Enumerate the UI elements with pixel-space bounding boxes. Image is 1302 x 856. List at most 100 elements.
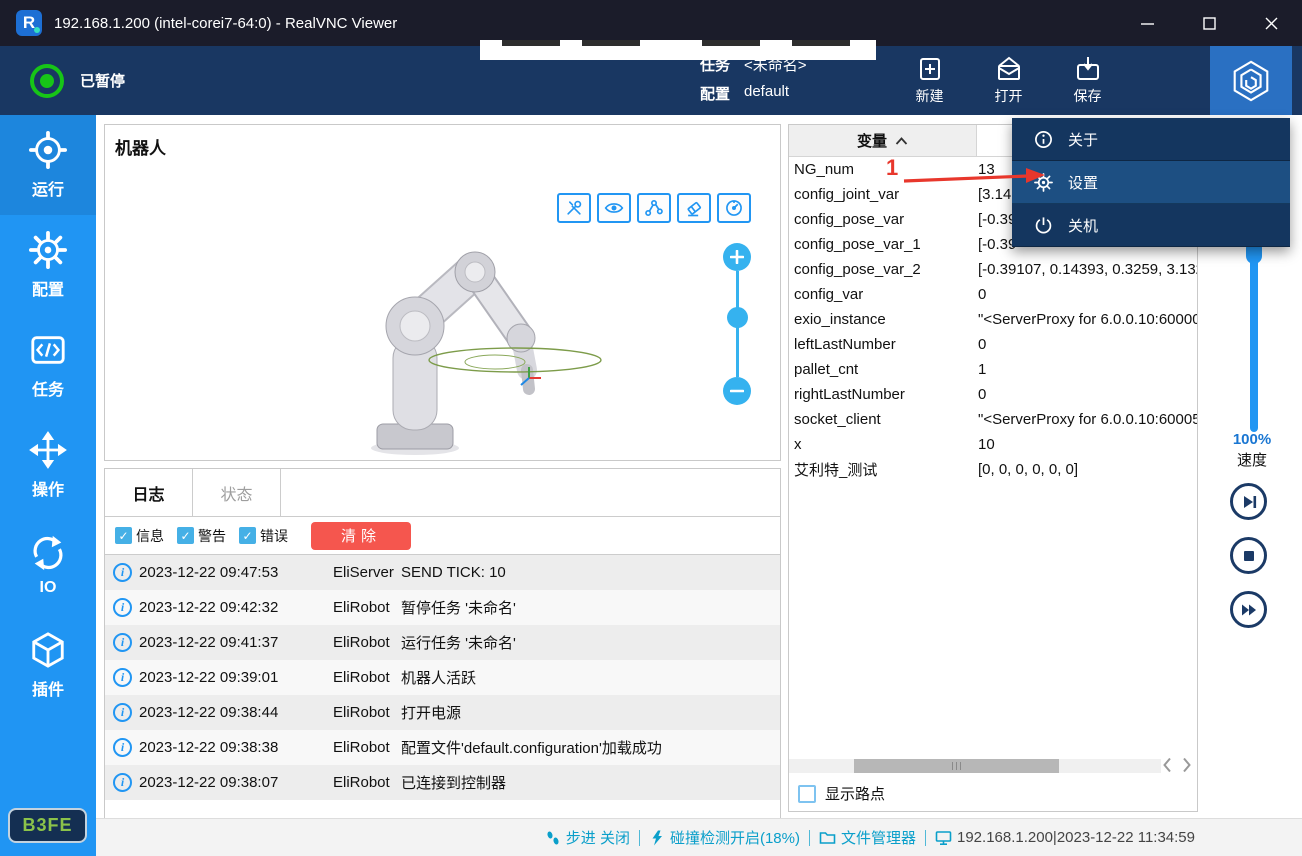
variable-row[interactable]: rightLastNumber 0 (789, 382, 1197, 407)
info-circle-icon: i (113, 563, 132, 582)
scroll-right-icon[interactable] (1182, 757, 1191, 773)
collision-status[interactable]: 碰撞检测开启(18%) (649, 827, 800, 848)
new-document-icon (916, 55, 944, 83)
connection-status[interactable]: 192.168.1.200|2023-12-22 11:34:59 (935, 829, 1195, 846)
elite-robot-logo-icon (1228, 58, 1274, 104)
info-circle-icon: i (113, 598, 132, 617)
robot-status-indicator-icon[interactable] (30, 64, 64, 98)
variable-row[interactable]: leftLastNumber 0 (789, 332, 1197, 357)
system-menu-button[interactable] (1210, 46, 1292, 115)
connection-label: 192.168.1.200|2023-12-22 11:34:59 (957, 829, 1195, 846)
info-circle-icon: i (113, 703, 132, 722)
warning-checkbox[interactable]: ✓ (177, 527, 194, 544)
save-task-label: 保存 (1074, 86, 1102, 106)
tab-log[interactable]: 日志 (105, 469, 193, 516)
variable-row[interactable]: pallet_cnt 1 (789, 357, 1197, 382)
zoom-slider-thumb[interactable] (727, 307, 748, 328)
variable-name: socket_client (789, 411, 973, 428)
log-source: EliRobot (333, 599, 401, 616)
sidebar-item-plugin[interactable]: 插件 (0, 615, 96, 715)
new-task-button[interactable]: 新建 (890, 46, 969, 115)
zoom-out-button[interactable] (723, 377, 751, 405)
filter-warning[interactable]: ✓ 警告 (177, 526, 226, 546)
variable-name: config_pose_var (789, 211, 973, 228)
info-checkbox[interactable]: ✓ (115, 527, 132, 544)
sidebar-item-task[interactable]: 任务 (0, 315, 96, 415)
variable-row[interactable]: config_pose_var_2 [-0.39107, 0.14393, 0.… (789, 257, 1197, 282)
variable-value: 0 (973, 286, 1197, 303)
zoom-in-button[interactable] (723, 243, 751, 271)
window-controls (1116, 0, 1302, 46)
speed-dial-button[interactable] (717, 193, 751, 223)
scroll-left-icon[interactable] (1163, 757, 1172, 773)
stop-button[interactable] (1230, 537, 1267, 574)
show-waypoints-label: 显示路点 (825, 783, 885, 804)
sidebar-item-operate[interactable]: 操作 (0, 415, 96, 515)
log-message: 暂停任务 '未命名' (401, 597, 780, 618)
variable-row[interactable]: socket_client "<ServerProxy for 6.0.0.10… (789, 407, 1197, 432)
maximize-button[interactable] (1178, 0, 1240, 46)
log-message: 机器人活跃 (401, 667, 780, 688)
log-message: SEND TICK: 10 (401, 564, 780, 581)
minimize-button[interactable] (1116, 0, 1178, 46)
log-source: EliRobot (333, 704, 401, 721)
variable-row[interactable]: x 10 (789, 432, 1197, 457)
variable-name: config_pose_var_2 (789, 261, 973, 278)
menu-item-shutdown[interactable]: 关机 (1012, 204, 1290, 247)
log-time: 2023-12-22 09:41:37 (139, 634, 333, 651)
sidebar-item-io[interactable]: IO (0, 515, 96, 615)
chevron-up-icon (895, 137, 908, 145)
task-info: 任务 <未命名> 配置 default (700, 54, 807, 112)
minimize-icon (1141, 17, 1154, 30)
horizontal-scrollbar[interactable] (789, 759, 1161, 773)
menu-item-about[interactable]: 关于 (1012, 118, 1290, 161)
log-time: 2023-12-22 09:38:38 (139, 739, 333, 756)
sidebar-item-run[interactable]: 运行 (0, 115, 96, 215)
step-mode-status[interactable]: 步进 关闭 (545, 827, 630, 848)
sidebar-item-label: 操作 (32, 476, 64, 500)
info-icon (1034, 130, 1053, 149)
variable-name: x (789, 436, 973, 453)
system-dropdown-menu: 关于 设置 关机 (1012, 118, 1290, 247)
save-icon (1074, 55, 1102, 83)
step-run-button[interactable] (1230, 483, 1267, 520)
error-checkbox[interactable]: ✓ (239, 527, 256, 544)
variable-row[interactable]: config_var 0 (789, 282, 1197, 307)
show-waypoints-checkbox[interactable] (798, 785, 816, 803)
log-row: i 2023-12-22 09:39:01 EliRobot 机器人活跃 (105, 660, 780, 695)
sidebar-item-label: IO (40, 579, 57, 597)
open-task-button[interactable]: 打开 (969, 46, 1048, 115)
variable-name: exio_instance (789, 311, 973, 328)
plus-icon (730, 250, 744, 264)
menu-item-label: 关于 (1068, 129, 1098, 150)
speed-slider-track[interactable] (1250, 238, 1258, 432)
filter-info[interactable]: ✓ 信息 (115, 526, 164, 546)
file-manager-link[interactable]: 文件管理器 (819, 827, 916, 848)
sidebar-item-config[interactable]: 配置 (0, 215, 96, 315)
fast-forward-button[interactable] (1230, 591, 1267, 628)
statusbar-separator (925, 830, 926, 846)
menu-item-settings[interactable]: 设置 (1012, 161, 1290, 204)
tab-status[interactable]: 状态 (193, 469, 281, 516)
speed-readout: 100% 速度 (1222, 431, 1282, 470)
variable-row[interactable]: exio_instance "<ServerProxy for 6.0.0.10… (789, 307, 1197, 332)
variable-value: 10 (973, 436, 1197, 453)
file-manager-label: 文件管理器 (841, 827, 916, 848)
log-tabs: 日志 状态 (105, 469, 780, 517)
close-button[interactable] (1240, 0, 1302, 46)
gear-icon (29, 231, 67, 269)
realvnc-logo-icon: R (16, 10, 42, 36)
variables-header-cell[interactable]: 变量 (789, 125, 977, 156)
scrollbar-thumb[interactable] (854, 759, 1059, 773)
speed-slider[interactable] (1247, 238, 1261, 432)
log-list: i 2023-12-22 09:47:53 EliServer SEND TIC… (105, 555, 780, 800)
open-envelope-icon (995, 55, 1023, 83)
clear-log-button[interactable]: 清除 (311, 522, 411, 550)
save-task-button[interactable]: 保存 (1048, 46, 1127, 115)
robot-3d-view[interactable] (315, 210, 715, 455)
variable-name: leftLastNumber (789, 336, 973, 353)
zoom-slider-track[interactable] (736, 271, 739, 377)
filter-info-label: 信息 (136, 526, 164, 546)
variable-row[interactable]: 艾利特_测试 [0, 0, 0, 0, 0, 0] (789, 457, 1197, 482)
filter-error[interactable]: ✓ 错误 (239, 526, 288, 546)
